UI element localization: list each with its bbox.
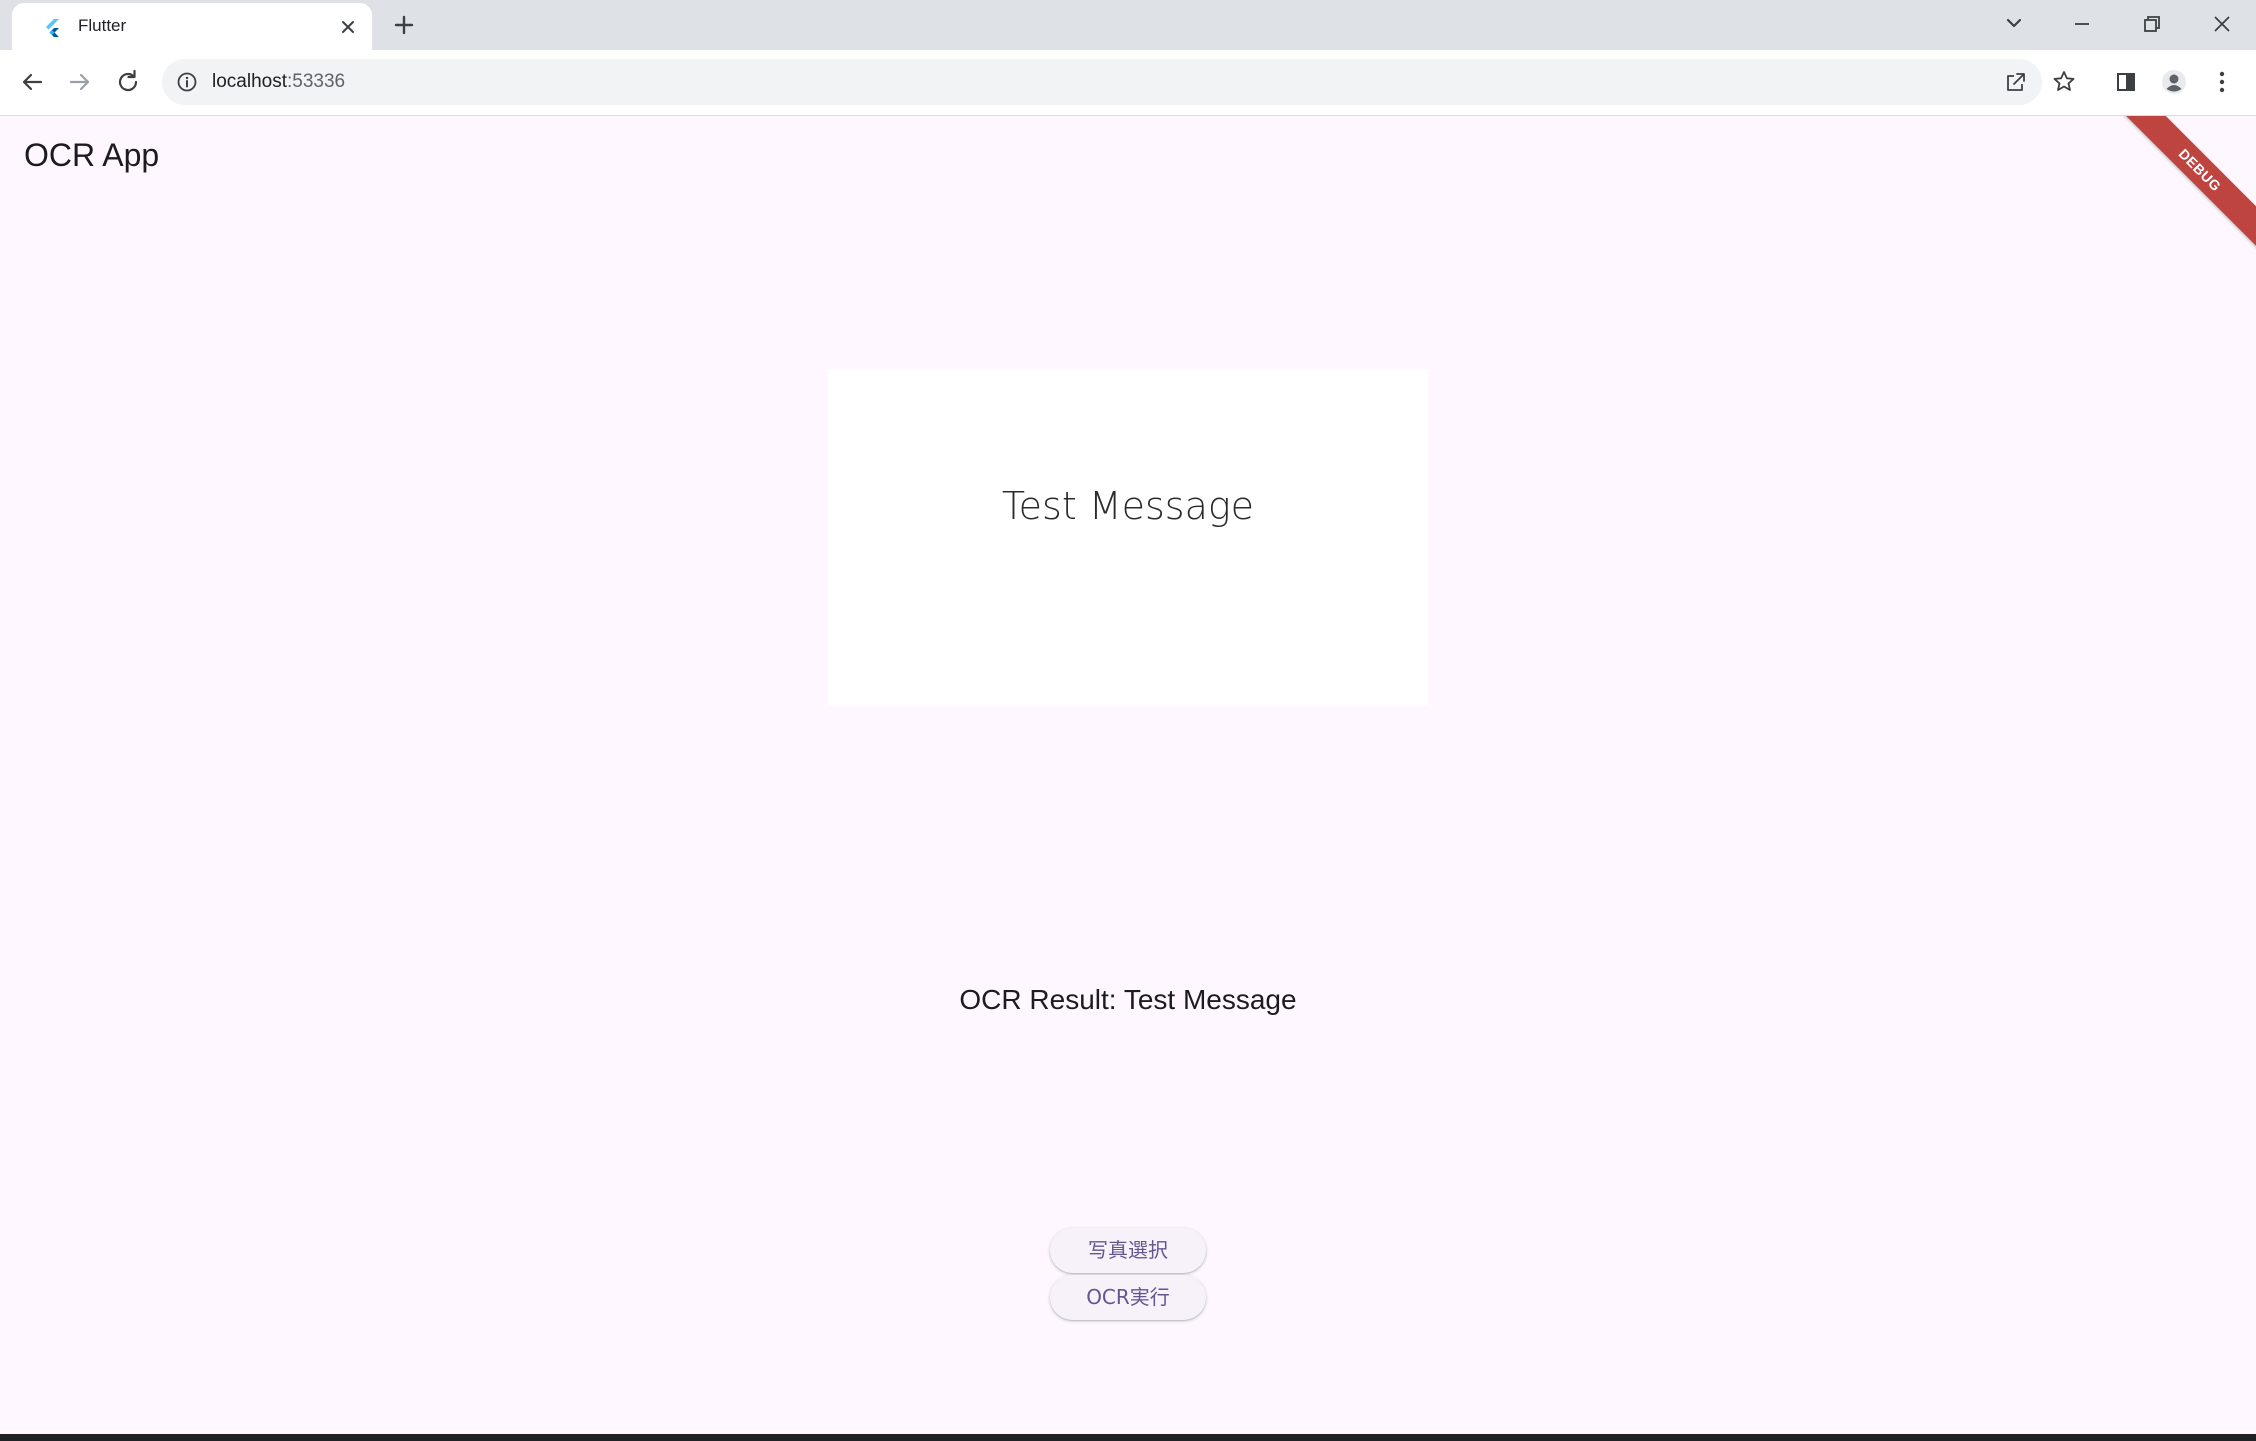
forward-arrow-icon[interactable] [64, 66, 96, 98]
taskbar-edge [0, 1434, 2256, 1441]
tab-title: Flutter [78, 16, 127, 35]
new-tab-icon[interactable] [390, 11, 418, 39]
browser-toolbar: localhost:53336 [0, 50, 2256, 116]
image-text: Test Message [1001, 484, 1255, 528]
more-menu-icon[interactable] [2206, 66, 2238, 98]
profile-avatar-icon[interactable] [2158, 66, 2190, 98]
bookmark-star-icon[interactable] [2050, 68, 2078, 96]
back-arrow-icon[interactable] [16, 66, 48, 98]
flutter-logo-icon [46, 19, 59, 37]
site-info-icon[interactable] [176, 71, 198, 93]
restore-icon[interactable] [2136, 8, 2168, 40]
browser-window: Flutter localhost:53336 OCR App DEBUG Te… [0, 0, 2256, 1441]
close-window-icon[interactable] [2206, 8, 2238, 40]
reload-icon[interactable] [112, 66, 144, 98]
side-panel-icon[interactable] [2110, 66, 2142, 98]
ocr-result-text: OCR Result: Test Message [959, 984, 1297, 1015]
url-port: :53336 [287, 71, 346, 92]
url-host: localhost [212, 71, 287, 92]
close-tab-icon[interactable] [336, 15, 360, 39]
debug-banner: DEBUG [2112, 116, 2256, 258]
address-bar[interactable]: localhost:53336 [162, 59, 2075, 105]
tab-strip: Flutter [0, 0, 2256, 50]
app-content: OCR App DEBUG Test Message OCR Result: T… [0, 116, 2256, 1434]
selected-image-preview: Test Message [828, 369, 1428, 706]
run-ocr-button[interactable]: OCR実行 [1050, 1275, 1206, 1320]
tab-flutter[interactable]: Flutter [12, 3, 372, 50]
select-photo-button[interactable]: 写真選択 [1050, 1228, 1206, 1273]
tab-search-icon[interactable] [1998, 8, 2030, 40]
share-icon[interactable] [2002, 68, 2030, 96]
url-text[interactable]: localhost:53336 [212, 71, 345, 93]
minimize-icon[interactable] [2066, 8, 2098, 40]
app-bar-title: OCR App [24, 137, 160, 173]
